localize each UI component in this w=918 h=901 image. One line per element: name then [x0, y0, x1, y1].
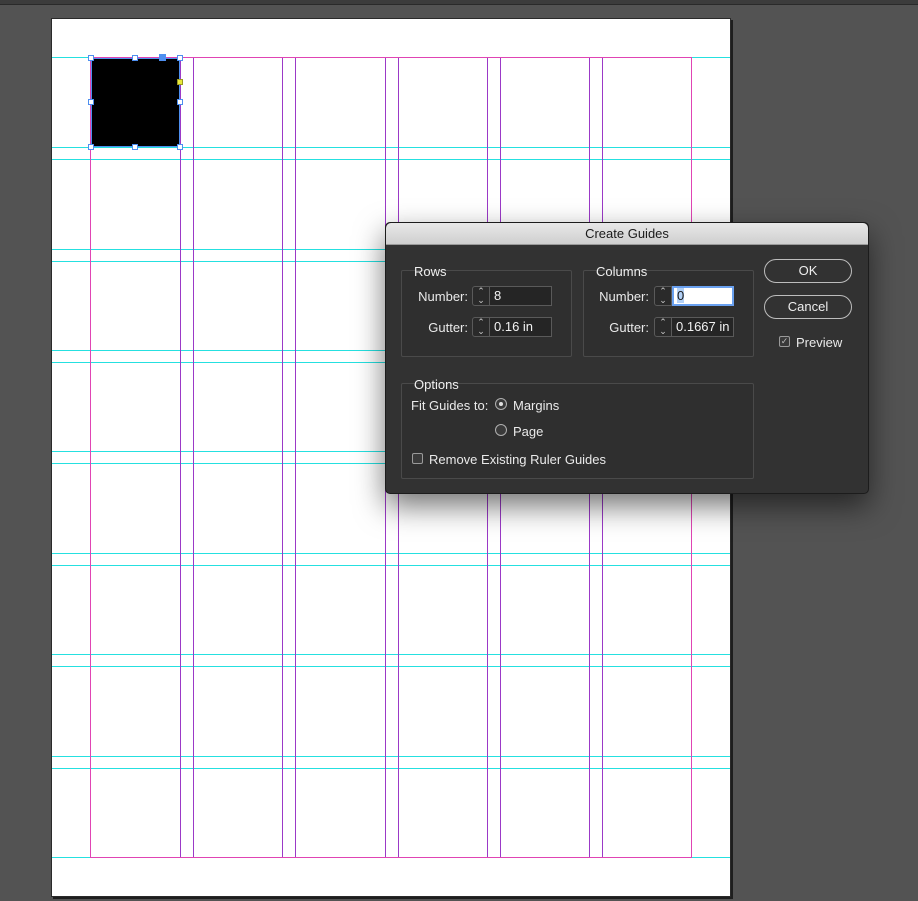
cancel-button[interactable]: Cancel: [764, 295, 852, 319]
remove-existing-guides-label[interactable]: Remove Existing Ruler Guides: [429, 452, 606, 467]
dialog-title[interactable]: Create Guides: [386, 223, 868, 245]
create-guides-dialog: Create Guides Rows Number: ⌃ ⌄ 8 Gutter: …: [385, 222, 869, 494]
preview-label[interactable]: Preview: [796, 335, 842, 350]
resize-handle-bottom-left[interactable]: [88, 144, 94, 150]
columns-number-input[interactable]: 0: [672, 286, 734, 306]
options-title: Options: [414, 377, 459, 392]
rows-gutter-stepper[interactable]: ⌃ ⌄: [472, 317, 490, 337]
live-corner-handle[interactable]: [177, 79, 183, 85]
resize-handle-left[interactable]: [88, 99, 94, 105]
resize-handle-bottom-right[interactable]: [177, 144, 183, 150]
ruler-guide[interactable]: [52, 756, 730, 757]
ruler-guide[interactable]: [52, 147, 730, 148]
columns-title: Columns: [596, 264, 648, 279]
resize-handle-top[interactable]: [132, 55, 138, 61]
margins-radio-label[interactable]: Margins: [513, 398, 559, 413]
page-radio-label[interactable]: Page: [513, 424, 543, 439]
rows-title: Rows: [414, 264, 447, 279]
rows-number-stepper[interactable]: ⌃ ⌄: [472, 286, 490, 306]
margins-radio[interactable]: [495, 398, 507, 410]
reference-point-handle[interactable]: [159, 54, 166, 61]
rows-number-input[interactable]: 8: [490, 286, 552, 306]
fit-guides-label: Fit Guides to:: [411, 398, 489, 413]
preview-checkbox[interactable]: ✓: [779, 336, 790, 347]
columns-gutter-label: Gutter:: [609, 320, 649, 335]
column-guide[interactable]: [180, 57, 181, 858]
column-guide[interactable]: [282, 57, 283, 858]
columns-group: [583, 270, 754, 357]
ruler-guide[interactable]: [52, 159, 730, 160]
rows-group: [401, 270, 572, 357]
chevron-down-icon[interactable]: ⌄: [473, 327, 489, 336]
ruler-guide[interactable]: [52, 654, 730, 655]
columns-number-stepper[interactable]: ⌃ ⌄: [654, 286, 672, 306]
ruler-guide[interactable]: [52, 666, 730, 667]
resize-handle-right[interactable]: [177, 99, 183, 105]
column-guide[interactable]: [193, 57, 194, 858]
columns-gutter-input[interactable]: 0.1667 in: [672, 317, 734, 337]
columns-gutter-stepper[interactable]: ⌃ ⌄: [654, 317, 672, 337]
page-radio[interactable]: [495, 424, 507, 436]
rows-gutter-label: Gutter:: [428, 320, 468, 335]
columns-number-label: Number:: [599, 289, 649, 304]
resize-handle-bottom[interactable]: [132, 144, 138, 150]
ruler-guide[interactable]: [52, 565, 730, 566]
selection-bounding-box: [91, 58, 180, 147]
rows-gutter-input[interactable]: 0.16 in: [490, 317, 552, 337]
chevron-down-icon[interactable]: ⌄: [655, 327, 671, 336]
rows-number-label: Number:: [418, 289, 468, 304]
ruler-guide[interactable]: [52, 553, 730, 554]
remove-existing-guides-checkbox[interactable]: [412, 453, 423, 464]
ruler-guide[interactable]: [52, 768, 730, 769]
checkmark-icon: ✓: [780, 336, 789, 346]
chevron-down-icon[interactable]: ⌄: [655, 296, 671, 305]
resize-handle-top-left[interactable]: [88, 55, 94, 61]
resize-handle-top-right[interactable]: [177, 55, 183, 61]
ruler-guide[interactable]: [52, 857, 730, 858]
column-guide[interactable]: [295, 57, 296, 858]
columns-number-value[interactable]: 0: [677, 288, 685, 303]
chevron-down-icon[interactable]: ⌄: [473, 296, 489, 305]
ok-button[interactable]: OK: [764, 259, 852, 283]
